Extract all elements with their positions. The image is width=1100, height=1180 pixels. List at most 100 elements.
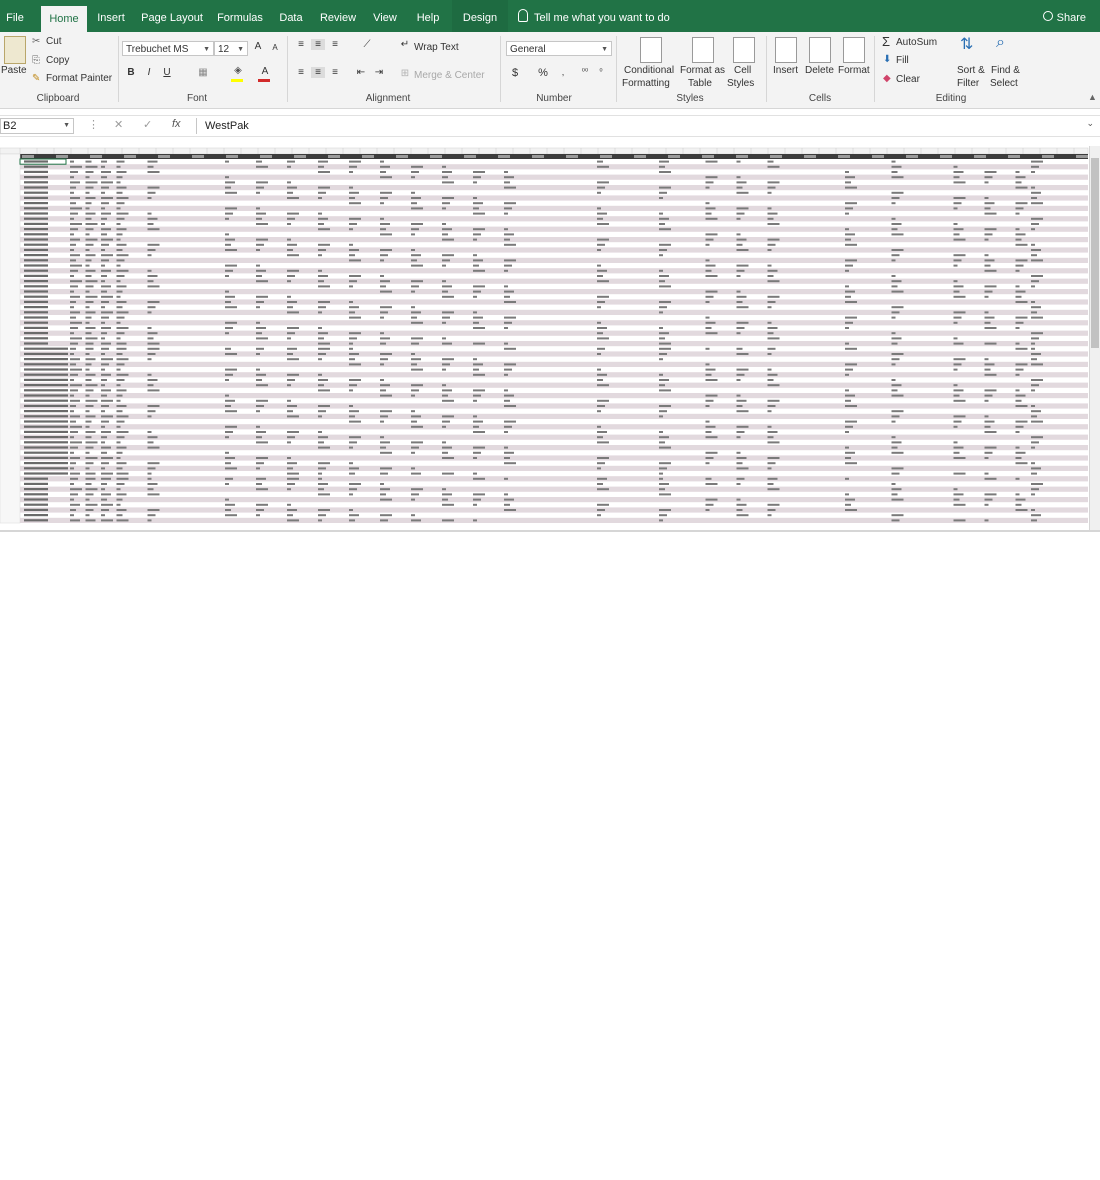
data-cell bbox=[1031, 160, 1043, 163]
orientation-icon[interactable]: ⟋ bbox=[360, 39, 374, 50]
tab-help[interactable]: Help bbox=[410, 0, 446, 32]
merge-center-button[interactable]: Merge & Center bbox=[414, 70, 485, 81]
name-box[interactable]: B2 ▼ bbox=[0, 118, 74, 134]
fill-button[interactable]: Fill bbox=[896, 55, 909, 66]
cell-styles-button-2[interactable]: Styles bbox=[727, 78, 754, 89]
format-cells-icon[interactable] bbox=[843, 37, 865, 63]
increase-decimal-icon[interactable]: ⁰⁰ bbox=[578, 67, 592, 76]
insert-function-icon[interactable]: fx bbox=[172, 118, 181, 130]
data-cell bbox=[101, 358, 113, 361]
spreadsheet-grid[interactable] bbox=[0, 146, 1100, 532]
tab-view[interactable]: View bbox=[367, 0, 403, 32]
autosum-button[interactable]: AutoSum bbox=[896, 37, 937, 48]
format-cells-button[interactable]: Format bbox=[838, 65, 870, 76]
data-cell bbox=[1015, 202, 1028, 205]
share-button[interactable]: Share bbox=[1042, 0, 1086, 32]
format-painter-button[interactable]: Format Painter bbox=[46, 73, 112, 84]
tab-page-layout[interactable]: Page Layout bbox=[139, 0, 205, 32]
merge-center-icon[interactable]: ⊞ bbox=[398, 68, 412, 79]
tab-file[interactable]: File bbox=[0, 0, 30, 32]
align-bottom-icon[interactable]: ≡ bbox=[328, 39, 342, 50]
data-cell bbox=[70, 509, 76, 511]
fill-color-icon[interactable]: ◈ bbox=[231, 65, 245, 76]
conditional-formatting-icon[interactable] bbox=[640, 37, 662, 63]
font-family-select[interactable]: Trebuchet MS ▼ bbox=[122, 41, 214, 56]
align-left-icon[interactable]: ≡ bbox=[294, 67, 308, 78]
customer-cell bbox=[24, 228, 48, 231]
data-cell bbox=[504, 285, 508, 288]
insert-cells-icon[interactable] bbox=[775, 37, 797, 63]
data-cell bbox=[442, 233, 448, 236]
data-cell bbox=[845, 228, 849, 231]
decrease-indent-icon[interactable]: ⇤ bbox=[354, 67, 368, 78]
format-as-table-button-2[interactable]: Table bbox=[688, 78, 712, 89]
find-select-button[interactable]: Find & bbox=[991, 65, 1020, 76]
decrease-font-icon[interactable]: A bbox=[268, 43, 282, 52]
conditional-formatting-button[interactable]: Conditional bbox=[624, 65, 674, 76]
tell-me-search[interactable]: Tell me what you want to do bbox=[518, 0, 670, 32]
data-cell bbox=[442, 197, 454, 199]
align-middle-icon[interactable]: ≡ bbox=[311, 39, 325, 50]
data-cell bbox=[70, 405, 76, 407]
tab-design[interactable]: Design bbox=[452, 0, 508, 32]
copy-button[interactable]: Copy bbox=[46, 55, 69, 66]
data-cell bbox=[442, 264, 446, 267]
wrap-text-icon[interactable]: ↵ bbox=[398, 39, 412, 50]
bold-button[interactable]: B bbox=[124, 67, 138, 78]
number-format-select[interactable]: General ▼ bbox=[506, 41, 612, 56]
increase-font-icon[interactable]: A bbox=[251, 41, 265, 52]
data-cell bbox=[473, 311, 477, 314]
expand-formula-icon[interactable]: ⌄ bbox=[1086, 118, 1094, 129]
percent-button[interactable]: % bbox=[536, 67, 550, 79]
format-as-table-icon[interactable] bbox=[692, 37, 714, 63]
align-center-icon[interactable]: ≡ bbox=[311, 67, 325, 78]
enter-icon[interactable]: ✓ bbox=[143, 118, 152, 131]
cell-styles-icon[interactable] bbox=[733, 37, 755, 63]
formula-input[interactable]: WestPak bbox=[196, 118, 1080, 134]
clear-button[interactable]: Clear bbox=[896, 74, 920, 85]
data-cell bbox=[70, 389, 78, 392]
tab-insert[interactable]: Insert bbox=[92, 0, 130, 32]
wrap-text-button[interactable]: Wrap Text bbox=[414, 42, 459, 53]
vertical-scrollbar[interactable] bbox=[1089, 146, 1100, 532]
currency-button[interactable]: $ bbox=[508, 67, 522, 79]
underline-button[interactable]: U bbox=[160, 67, 174, 78]
align-right-icon[interactable]: ≡ bbox=[328, 67, 342, 78]
data-cell bbox=[442, 207, 446, 210]
delete-cells-icon[interactable] bbox=[809, 37, 831, 63]
data-cell bbox=[318, 373, 322, 376]
sort-filter-button-2[interactable]: Filter bbox=[957, 78, 979, 89]
data-cell bbox=[659, 243, 671, 246]
cancel-icon[interactable]: ✕ bbox=[114, 118, 123, 131]
increase-indent-icon[interactable]: ⇥ bbox=[372, 67, 386, 78]
tab-home[interactable]: Home bbox=[41, 6, 87, 32]
sort-filter-button[interactable]: Sort & bbox=[957, 65, 985, 76]
comma-style-icon[interactable]: , bbox=[556, 67, 570, 77]
collapse-ribbon-icon[interactable]: ▲ bbox=[1088, 92, 1097, 102]
scroll-thumb[interactable] bbox=[1091, 158, 1099, 348]
cell-styles-button[interactable]: Cell bbox=[734, 65, 751, 76]
data-cell bbox=[705, 259, 710, 262]
borders-icon[interactable]: ▦ bbox=[196, 67, 210, 78]
insert-cells-button[interactable]: Insert bbox=[773, 65, 798, 76]
tab-formulas[interactable]: Formulas bbox=[213, 0, 267, 32]
font-color-icon[interactable]: A bbox=[258, 66, 272, 77]
find-select-button-2[interactable]: Select bbox=[990, 78, 1018, 89]
paste-button[interactable]: Paste bbox=[1, 65, 27, 76]
conditional-formatting-button-2[interactable]: Formatting bbox=[622, 78, 670, 89]
format-as-table-button[interactable]: Format as bbox=[680, 65, 725, 76]
table-row-band bbox=[20, 507, 1088, 513]
font-size-select[interactable]: 12 ▼ bbox=[214, 41, 248, 56]
decrease-decimal-icon[interactable]: ⁰ bbox=[594, 67, 608, 76]
tab-review[interactable]: Review bbox=[317, 0, 359, 32]
data-cell bbox=[85, 228, 94, 231]
data-cell bbox=[70, 181, 80, 184]
data-cell bbox=[225, 301, 231, 303]
delete-cells-button[interactable]: Delete bbox=[805, 65, 834, 76]
data-cell bbox=[1031, 353, 1041, 355]
paste-icon[interactable] bbox=[4, 36, 26, 64]
italic-button[interactable]: I bbox=[142, 67, 156, 78]
cut-button[interactable]: Cut bbox=[46, 36, 62, 47]
align-top-icon[interactable]: ≡ bbox=[294, 39, 308, 50]
tab-data[interactable]: Data bbox=[274, 0, 308, 32]
